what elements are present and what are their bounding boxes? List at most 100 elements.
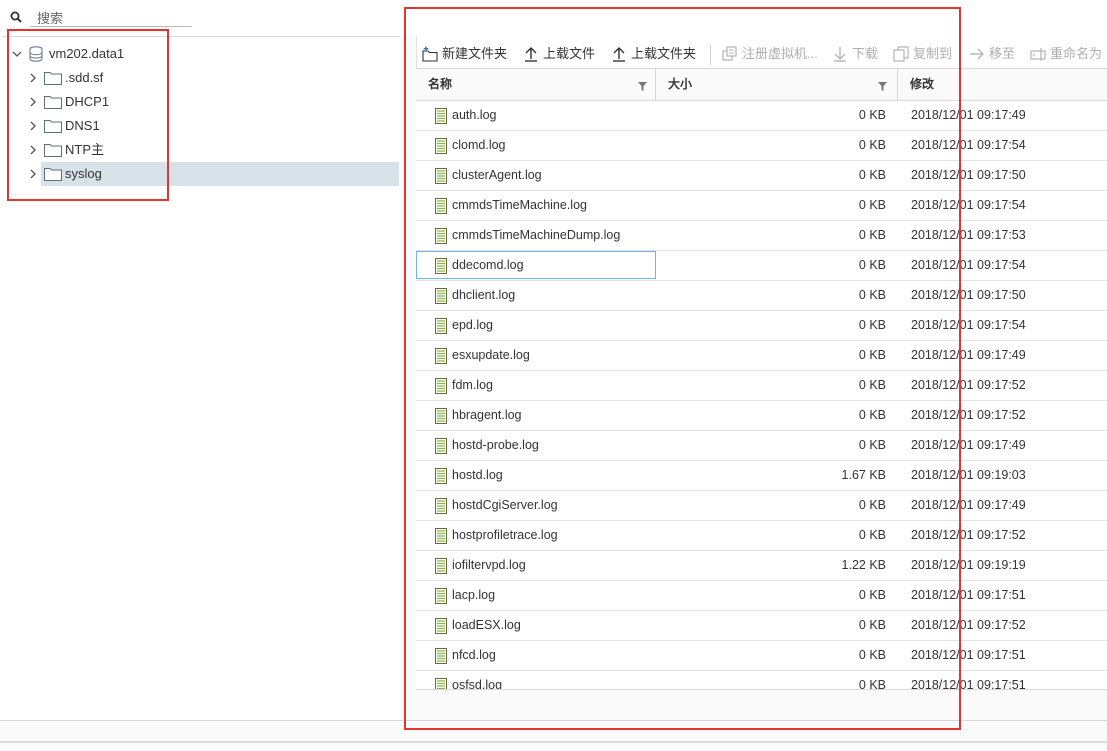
table-row[interactable]: clusterAgent.log 0 KB 2018/12/01 09:17:5… bbox=[416, 161, 1107, 191]
table-row-focused[interactable]: ddecomd.log 0 KB 2018/12/01 09:17:54 bbox=[416, 251, 1107, 281]
table-row[interactable]: auth.log 0 KB 2018/12/01 09:17:49 bbox=[416, 101, 1107, 131]
log-file-icon bbox=[435, 318, 447, 334]
log-file-icon bbox=[435, 558, 447, 574]
file-name: clomd.log bbox=[452, 138, 506, 152]
tree-item-syslog[interactable]: syslog bbox=[3, 162, 399, 186]
register-vm-label: 注册虚拟机... bbox=[742, 46, 818, 61]
chevron-right-icon[interactable] bbox=[27, 162, 39, 195]
tree-item-sdd[interactable]: .sdd.sf bbox=[3, 66, 399, 90]
log-file-icon bbox=[435, 468, 447, 484]
file-modified: 2018/12/01 09:19:19 bbox=[911, 558, 1026, 572]
file-toolbar: 新建文件夹 上载文件 上载文件夹 注册虚拟机... 下载 复制到 移至 重命名为 bbox=[416, 40, 1107, 68]
table-row[interactable]: hostd-probe.log 0 KB 2018/12/01 09:17:49 bbox=[416, 431, 1107, 461]
register-vm-icon bbox=[722, 46, 737, 61]
file-name: cmmdsTimeMachine.log bbox=[452, 198, 587, 212]
column-divider[interactable] bbox=[655, 69, 656, 100]
file-size: 0 KB bbox=[858, 618, 886, 632]
file-size: 0 KB bbox=[858, 588, 886, 602]
log-file-icon bbox=[435, 138, 447, 154]
folder-icon bbox=[44, 168, 62, 181]
tree-item-ntp[interactable]: NTP主 bbox=[3, 138, 399, 162]
arrow-right-icon bbox=[970, 48, 984, 60]
new-folder-icon bbox=[422, 46, 438, 62]
search-input[interactable]: 搜索 bbox=[30, 6, 192, 27]
tree-item-label: .sdd.sf bbox=[65, 70, 104, 85]
upload-folder-label: 上载文件夹 bbox=[631, 46, 697, 61]
file-name: hostprofiletrace.log bbox=[452, 528, 558, 542]
table-row[interactable]: fdm.log 0 KB 2018/12/01 09:17:52 bbox=[416, 371, 1107, 401]
download-label: 下载 bbox=[852, 46, 879, 61]
file-size: 0 KB bbox=[858, 168, 886, 182]
file-size: 1.22 KB bbox=[841, 558, 886, 572]
file-modified: 2018/12/01 09:17:49 bbox=[911, 348, 1026, 362]
table-row[interactable]: clomd.log 0 KB 2018/12/01 09:17:54 bbox=[416, 131, 1107, 161]
tree-root-item[interactable]: vm202.data1 bbox=[3, 42, 399, 66]
file-name: auth.log bbox=[452, 108, 497, 122]
file-name: ddecomd.log bbox=[452, 258, 524, 272]
file-name: fdm.log bbox=[452, 378, 493, 392]
search-bar: 搜索 bbox=[0, 0, 400, 36]
tree-item-dhcp1[interactable]: DHCP1 bbox=[3, 90, 399, 114]
table-row[interactable]: hostd.log 1.67 KB 2018/12/01 09:19:03 bbox=[416, 461, 1107, 491]
column-divider[interactable] bbox=[897, 69, 898, 100]
search-placeholder: 搜索 bbox=[37, 11, 64, 26]
file-size: 0 KB bbox=[858, 198, 886, 212]
tree-root-label: vm202.data1 bbox=[49, 46, 125, 61]
column-header-name[interactable]: 名称 bbox=[428, 69, 452, 100]
table-row[interactable]: nfcd.log 0 KB 2018/12/01 09:17:51 bbox=[416, 641, 1107, 671]
tree-item-dns1[interactable]: DNS1 bbox=[3, 114, 399, 138]
table-row[interactable]: hbragent.log 0 KB 2018/12/01 09:17:52 bbox=[416, 401, 1107, 431]
grid-header: 名称 大小 修改 bbox=[416, 69, 1107, 101]
table-row[interactable]: osfsd.log 0 KB 2018/12/01 09:17:51 bbox=[416, 671, 1107, 689]
table-row[interactable]: cmmdsTimeMachine.log 0 KB 2018/12/01 09:… bbox=[416, 191, 1107, 221]
file-name: esxupdate.log bbox=[452, 348, 530, 362]
table-row[interactable]: iofiltervpd.log 1.22 KB 2018/12/01 09:19… bbox=[416, 551, 1107, 581]
file-name: loadESX.log bbox=[452, 618, 521, 632]
tree-item-label: DHCP1 bbox=[65, 94, 110, 109]
folder-icon bbox=[44, 144, 62, 157]
horizontal-scrollbar[interactable] bbox=[0, 741, 1107, 743]
table-row[interactable]: hostdCgiServer.log 0 KB 2018/12/01 09:17… bbox=[416, 491, 1107, 521]
folder-icon bbox=[44, 72, 62, 85]
table-row[interactable]: dhclient.log 0 KB 2018/12/01 09:17:50 bbox=[416, 281, 1107, 311]
tree-item-label: syslog bbox=[65, 166, 102, 181]
file-modified: 2018/12/01 09:17:52 bbox=[911, 528, 1026, 542]
log-file-icon bbox=[435, 228, 447, 244]
file-modified: 2018/12/01 09:17:52 bbox=[911, 618, 1026, 632]
file-name: cmmdsTimeMachineDump.log bbox=[452, 228, 621, 242]
table-row[interactable]: cmmdsTimeMachineDump.log 0 KB 2018/12/01… bbox=[416, 221, 1107, 251]
filter-icon[interactable] bbox=[878, 82, 887, 91]
folder-icon bbox=[44, 120, 62, 133]
file-modified: 2018/12/01 09:17:52 bbox=[911, 378, 1026, 392]
upload-file-label: 上载文件 bbox=[543, 46, 596, 61]
copy-icon bbox=[893, 46, 909, 62]
upload-icon bbox=[613, 47, 625, 62]
log-file-icon bbox=[435, 588, 447, 604]
file-name: dhclient.log bbox=[452, 288, 516, 302]
folder-icon bbox=[44, 96, 62, 109]
upload-icon bbox=[525, 47, 537, 62]
file-size: 0 KB bbox=[858, 408, 886, 422]
log-file-icon bbox=[435, 168, 447, 184]
column-header-modified[interactable]: 修改 bbox=[910, 69, 934, 100]
table-row[interactable]: loadESX.log 0 KB 2018/12/01 09:17:52 bbox=[416, 611, 1107, 641]
file-name: clusterAgent.log bbox=[452, 168, 542, 182]
filter-icon[interactable] bbox=[638, 82, 647, 91]
move-to-label: 移至 bbox=[989, 46, 1016, 61]
table-row[interactable]: esxupdate.log 0 KB 2018/12/01 09:17:49 bbox=[416, 341, 1107, 371]
file-modified: 2018/12/01 09:17:50 bbox=[911, 168, 1026, 182]
file-name: osfsd.log bbox=[452, 678, 503, 689]
file-modified: 2018/12/01 09:17:52 bbox=[911, 408, 1026, 422]
file-size: 0 KB bbox=[858, 648, 886, 662]
table-row[interactable]: lacp.log 0 KB 2018/12/01 09:17:51 bbox=[416, 581, 1107, 611]
toolbar-divider bbox=[710, 45, 711, 65]
file-size: 1.67 KB bbox=[841, 468, 886, 482]
pane-splitter[interactable] bbox=[400, 36, 417, 720]
file-modified: 2018/12/01 09:17:49 bbox=[911, 498, 1026, 512]
file-modified: 2018/12/01 09:19:03 bbox=[911, 468, 1026, 482]
column-header-size[interactable]: 大小 bbox=[668, 69, 692, 100]
log-file-icon bbox=[435, 378, 447, 394]
table-row[interactable]: epd.log 0 KB 2018/12/01 09:17:54 bbox=[416, 311, 1107, 341]
table-row[interactable]: hostprofiletrace.log 0 KB 2018/12/01 09:… bbox=[416, 521, 1107, 551]
download-icon bbox=[834, 47, 846, 62]
